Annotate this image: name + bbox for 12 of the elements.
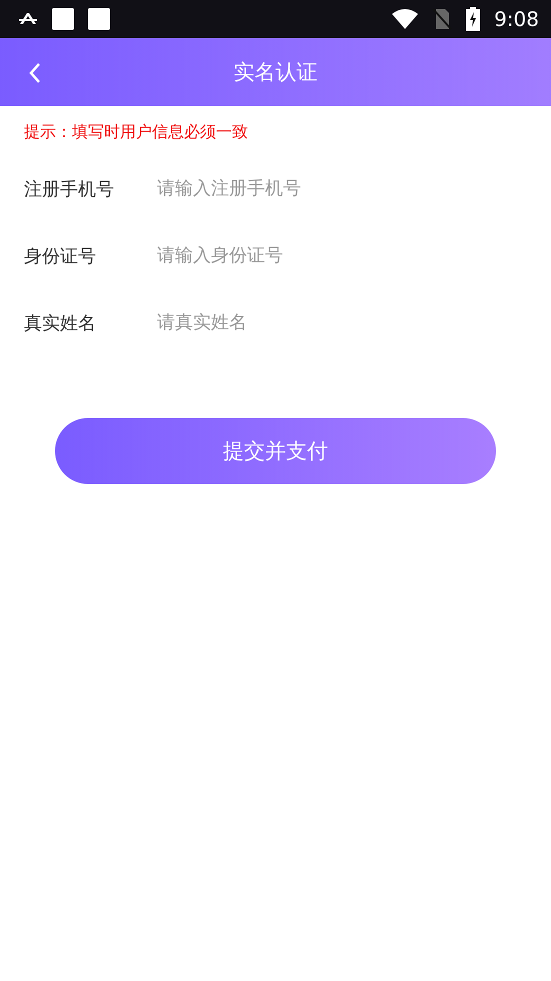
no-sim-icon (432, 8, 452, 30)
app-logo-icon (18, 12, 38, 26)
clock: 9:08 (494, 7, 539, 31)
hint-text: 提示：填写时用户信息必须一致 (23, 121, 249, 143)
chevron-left-icon (28, 62, 42, 84)
field-label: 身份证号 (24, 244, 97, 268)
page-title: 实名认证 (234, 59, 318, 86)
submit-button[interactable]: 提交并支付 (55, 418, 496, 484)
field-label: 注册手机号 (24, 178, 115, 200)
field-label: 真实姓名 (24, 312, 97, 334)
wifi-icon (392, 8, 418, 30)
battery-icon (466, 7, 480, 31)
